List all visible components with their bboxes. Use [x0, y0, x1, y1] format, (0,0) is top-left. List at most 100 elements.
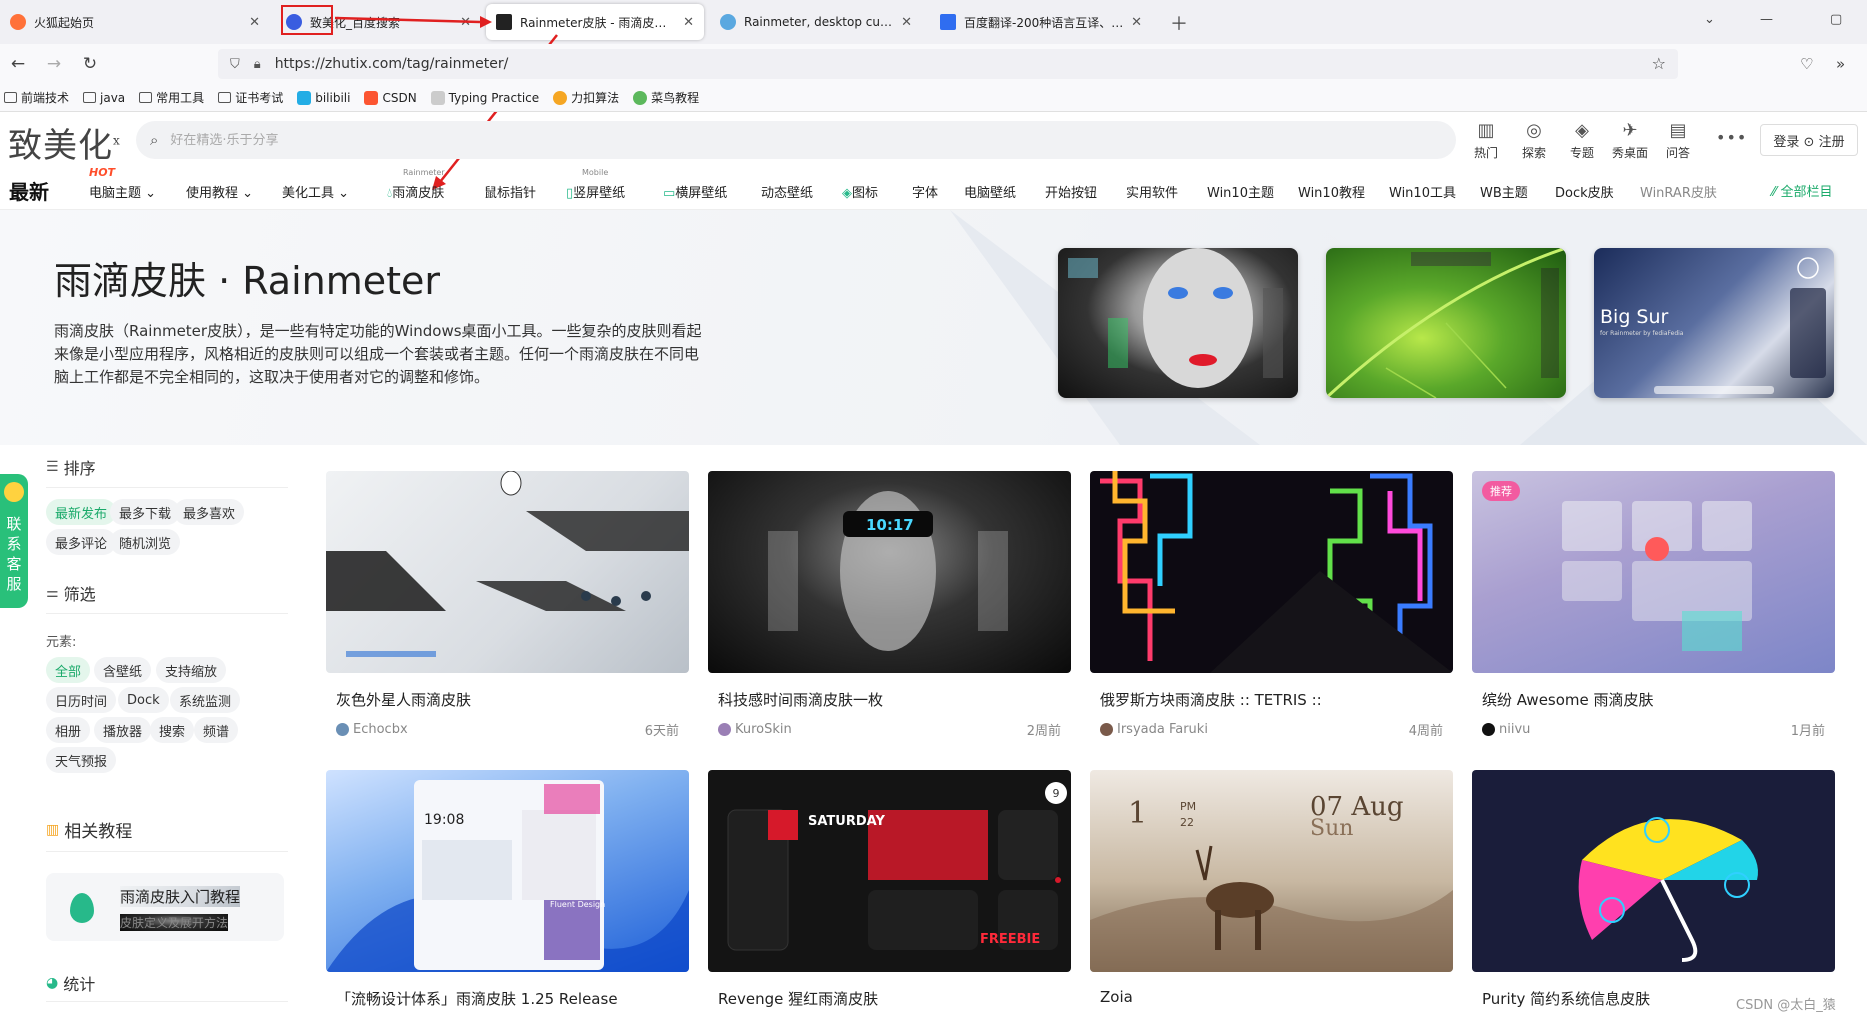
header-topics[interactable]: ◈ 专题: [1560, 120, 1604, 161]
nav-item-vertical-wallpaper[interactable]: ▯竖屏壁纸: [566, 182, 625, 201]
sort-latest[interactable]: 最新发布: [46, 499, 117, 525]
card-title[interactable]: 俄罗斯方块雨滴皮肤 :: TETRIS ::: [1090, 689, 1453, 710]
filter-scalable[interactable]: 支持缩放: [156, 657, 227, 683]
close-icon[interactable]: ✕: [1131, 15, 1142, 30]
filter-dock[interactable]: Dock: [118, 687, 169, 713]
skin-card[interactable]: SATURDAY FREEBIE 9 Revenge 猩红雨滴皮肤: [708, 770, 1071, 1009]
nav-item-fonts[interactable]: 字体: [912, 182, 938, 201]
close-icon[interactable]: ✕: [683, 15, 694, 30]
nav-item-cursors[interactable]: 鼠标指针: [484, 182, 536, 201]
browser-tab-5[interactable]: 百度翻译-200种语言互译、沟通 ✕: [930, 4, 1152, 40]
filter-weather[interactable]: 天气预报: [46, 747, 117, 773]
customer-service-tab[interactable]: 联系客服: [0, 474, 28, 608]
skin-card[interactable]: 10:17 科技感时间雨滴皮肤一枚 KuroSkin 2周前: [708, 471, 1071, 739]
hero-image-bigsur-skin[interactable]: Big Sur for Rainmeter by fediaFedia: [1594, 248, 1834, 398]
skin-card[interactable]: 1 PM 22 07 Aug Sun Zoia: [1090, 770, 1453, 1006]
filter-search[interactable]: 搜索: [150, 717, 195, 743]
skin-thumbnail-alien[interactable]: [326, 471, 689, 673]
search-input[interactable]: [170, 132, 771, 148]
close-icon[interactable]: ✕: [901, 15, 912, 30]
bookmark-folder[interactable]: 前端技术: [4, 89, 69, 106]
filter-system-monitor[interactable]: 系统监测: [170, 687, 241, 713]
bookmark-link[interactable]: 菜鸟教程: [633, 89, 699, 106]
skin-thumbnail-revenge[interactable]: SATURDAY FREEBIE 9: [708, 770, 1071, 972]
nav-item-tutorials[interactable]: 使用教程 ⌄: [186, 182, 253, 201]
pocket-icon[interactable]: ♡: [1800, 55, 1813, 73]
hero-image-face-skin[interactable]: [1058, 248, 1298, 398]
filter-spectrum[interactable]: 频谱: [194, 717, 239, 743]
sort-most-downloaded[interactable]: 最多下载: [110, 499, 181, 525]
filter-player[interactable]: 播放器: [94, 717, 152, 743]
header-explore[interactable]: ◎ 探索: [1512, 120, 1556, 161]
card-title[interactable]: 缤纷 Awesome 雨滴皮肤: [1472, 689, 1835, 710]
nav-item-win10-tools[interactable]: Win10工具: [1389, 182, 1456, 201]
skin-thumbnail-awesome[interactable]: 推荐: [1472, 471, 1835, 673]
nav-item-start-button[interactable]: 开始按钮: [1045, 182, 1097, 201]
nav-item-rainmeter[interactable]: 💧︎雨滴皮肤: [387, 182, 444, 201]
skin-thumbnail-purity[interactable]: [1472, 770, 1835, 972]
tutorial-card[interactable]: 雨滴皮肤入门教程 皮肤定义及展开方法: [46, 873, 284, 941]
nav-item-dynamic-wallpaper[interactable]: 动态壁纸: [761, 182, 813, 201]
site-logo[interactable]: 致美化x: [8, 118, 121, 167]
search-bar[interactable]: ⌕: [136, 121, 1456, 159]
skin-thumbnail-zoia[interactable]: 1 PM 22 07 Aug Sun: [1090, 770, 1453, 972]
card-title[interactable]: Zoia: [1090, 988, 1453, 1006]
browser-tab-4[interactable]: Rainmeter, desktop customiz ✕: [710, 4, 922, 40]
filter-album[interactable]: 相册: [46, 717, 91, 743]
card-title[interactable]: 灰色外星人雨滴皮肤: [326, 689, 689, 710]
nav-item-themes[interactable]: 电脑主题 ⌄: [89, 182, 156, 201]
nav-item-horizontal-wallpaper[interactable]: ▭横屏壁纸: [663, 182, 727, 201]
skin-card[interactable]: 灰色外星人雨滴皮肤 Echocbx 6天前: [326, 471, 689, 739]
sort-most-comments[interactable]: 最多评论: [46, 529, 117, 555]
nav-item-tools[interactable]: 美化工具 ⌄: [282, 182, 349, 201]
lock-icon[interactable]: 🔒︎: [254, 57, 261, 72]
nav-latest[interactable]: 最新: [9, 176, 49, 205]
url-bar[interactable]: ⛉ 🔒︎ https://zhutix.com/tag/rainmeter/ ☆: [218, 49, 1678, 79]
minimize-icon[interactable]: —: [1760, 12, 1773, 27]
skin-card[interactable]: 19:08 Fluent Design 「流畅设计体系」雨滴皮肤 1.25 Re…: [326, 770, 689, 1009]
bookmark-link[interactable]: bilibili: [297, 90, 350, 105]
new-tab-plus-icon[interactable]: ＋: [1170, 10, 1188, 36]
reload-icon[interactable]: ↻: [72, 54, 108, 74]
back-arrow-icon[interactable]: ←: [0, 54, 36, 74]
more-dots-icon[interactable]: •••: [1716, 128, 1747, 147]
header-qa[interactable]: ▤ 问答: [1656, 120, 1700, 161]
bookmark-link[interactable]: 力扣算法: [553, 89, 619, 106]
search-icon[interactable]: ⌕: [150, 131, 158, 149]
bookmark-folder[interactable]: java: [83, 91, 125, 105]
nav-item-winrar-skins[interactable]: WinRAR皮肤: [1640, 182, 1717, 201]
card-author[interactable]: Irsyada Faruki: [1100, 720, 1208, 739]
hero-image-leaf-skin[interactable]: [1326, 248, 1566, 398]
nav-item-win10-tutorials[interactable]: Win10教程: [1298, 182, 1365, 201]
shield-icon[interactable]: ⛉: [230, 57, 240, 72]
sort-most-liked[interactable]: 最多喜欢: [174, 499, 245, 525]
extensions-icon[interactable]: »: [1836, 55, 1845, 73]
skin-card[interactable]: 俄罗斯方块雨滴皮肤 :: TETRIS :: Irsyada Faruki 4周…: [1090, 471, 1453, 739]
skin-card[interactable]: Purity 简约系统信息皮肤: [1472, 770, 1835, 1009]
nav-item-pc-wallpaper[interactable]: 电脑壁纸: [964, 182, 1016, 201]
filter-calendar-time[interactable]: 日历时间: [46, 687, 117, 713]
sort-random[interactable]: 随机浏览: [110, 529, 181, 555]
bookmark-link[interactable]: Typing Practice: [430, 90, 539, 105]
card-author[interactable]: KuroSkin: [718, 720, 792, 739]
skin-thumbnail-fluent[interactable]: 19:08 Fluent Design: [326, 770, 689, 972]
header-show-desktop[interactable]: ✈ 秀桌面: [1608, 120, 1652, 161]
bookmark-folder[interactable]: 证书考试: [218, 89, 283, 106]
nav-item-icons[interactable]: ◈图标: [842, 182, 878, 201]
filter-all[interactable]: 全部: [46, 657, 91, 683]
card-author[interactable]: niivu: [1482, 720, 1530, 739]
card-title[interactable]: 「流畅设计体系」雨滴皮肤 1.25 Release: [326, 988, 689, 1009]
skin-thumbnail-tech-time[interactable]: 10:17: [708, 471, 1071, 673]
login-register-button[interactable]: 登录 ⊙ 注册: [1760, 124, 1858, 156]
card-title[interactable]: Revenge 猩红雨滴皮肤: [708, 988, 1071, 1009]
skin-thumbnail-tetris[interactable]: [1090, 471, 1453, 673]
header-hot[interactable]: ▥ 热门: [1464, 120, 1508, 161]
nav-item-software[interactable]: 实用软件: [1126, 182, 1178, 201]
nav-item-dock-skins[interactable]: Dock皮肤: [1555, 182, 1614, 201]
nav-item-wb-themes[interactable]: WB主题: [1480, 182, 1528, 201]
all-categories-link[interactable]: ⁄⁄ 全部栏目: [1772, 181, 1833, 200]
bookmark-star-icon[interactable]: ☆: [1652, 54, 1666, 73]
bookmark-folder[interactable]: 常用工具: [139, 89, 204, 106]
card-author[interactable]: Echocbx: [336, 720, 408, 739]
filter-with-wallpaper[interactable]: 含壁纸: [94, 657, 152, 683]
